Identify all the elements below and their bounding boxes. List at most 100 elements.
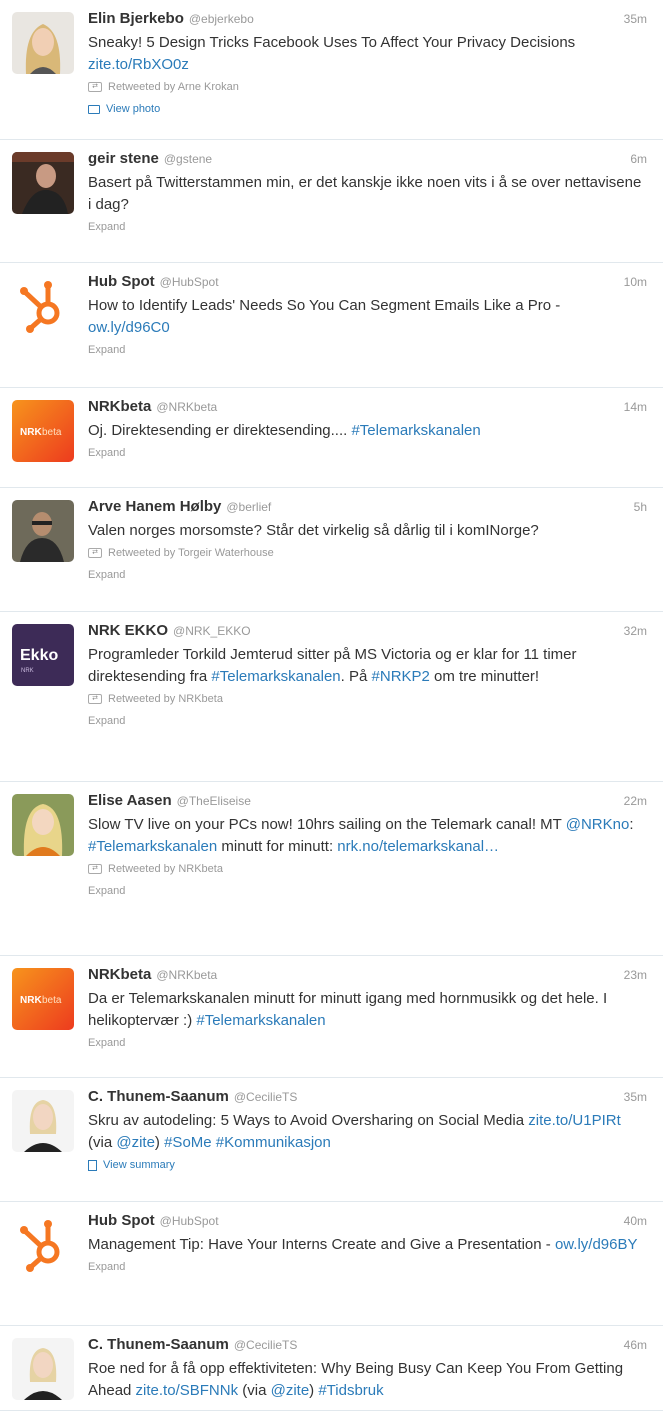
svg-text:NRK: NRK	[20, 427, 42, 438]
hashtag-link[interactable]: #Telemarkskanalen	[196, 1012, 325, 1029]
author-name[interactable]: NRK EKKO	[88, 622, 168, 639]
tweet-link[interactable]: @NRKno	[566, 816, 630, 833]
tweet-item[interactable]: geir stene @gstene 6m Basert på Twitterstam…	[0, 140, 663, 263]
tweet-item[interactable]: Elin Bjerkebo @ebjerkebo 35m Sneaky! 5 Desi…	[0, 0, 663, 140]
tweet-text-segment: Da er Telemarkskanalen minutt for minutt…	[88, 990, 608, 1029]
expand-link[interactable]: Expand	[88, 1256, 651, 1278]
author-name[interactable]: Elin Bjerkebo	[88, 10, 184, 27]
tweet-link[interactable]: ow.ly/d96BY	[555, 1236, 638, 1253]
tweet-text-segment: (via	[88, 1134, 117, 1151]
tweet-header: Hub Spot @HubSpot 10m	[88, 273, 651, 295]
author-handle[interactable]: @CecilieTS	[234, 1090, 298, 1104]
tweet-text: Sneaky! 5 Design Tricks Facebook Uses To…	[88, 32, 651, 76]
tweet-link[interactable]: zite.to/RbXO0z	[88, 56, 189, 73]
tweet-link[interactable]: nrk.no/telemarkskanal…	[337, 838, 499, 855]
author-handle[interactable]: @HubSpot	[160, 1214, 219, 1228]
tweet-timestamp[interactable]: 40m	[624, 1214, 647, 1228]
expand-link[interactable]: Expand	[88, 216, 651, 238]
tweet-timestamp[interactable]: 14m	[624, 400, 647, 414]
tweet-text-segment: :	[629, 816, 634, 833]
tweet-timestamp[interactable]: 35m	[624, 12, 647, 26]
expand-link[interactable]: Expand	[88, 564, 651, 586]
author-name[interactable]: NRKbeta	[88, 966, 151, 983]
hashtag-link[interactable]: #SoMe	[164, 1134, 212, 1151]
tweet-text-segment: om tre minutter!	[429, 668, 540, 685]
author-name[interactable]: Hub Spot	[88, 1212, 155, 1229]
tweet-link[interactable]: @zite	[271, 1382, 310, 1399]
avatar[interactable]	[12, 1338, 74, 1400]
view-summary-link[interactable]: View summary	[88, 1154, 651, 1176]
avatar[interactable]: NRK beta	[12, 400, 74, 462]
author-handle[interactable]: @TheEliseise	[177, 794, 251, 808]
tweet-timestamp[interactable]: 22m	[624, 794, 647, 808]
tweet-item[interactable]: C. Thunem-Saanum @CecilieTS 35m Skru av aut…	[0, 1078, 663, 1202]
hashtag-link[interactable]: #Kommunikasjon	[216, 1134, 331, 1151]
author-handle[interactable]: @NRKbeta	[156, 968, 217, 982]
author-handle[interactable]: @NRKbeta	[156, 400, 217, 414]
avatar[interactable]	[12, 794, 74, 856]
action-label: Expand	[88, 221, 126, 233]
expand-link[interactable]: Expand	[88, 442, 651, 464]
avatar[interactable]: Ekko NRK	[12, 624, 74, 686]
tweet-link[interactable]: ow.ly/d96C0	[88, 319, 170, 336]
tweet-timestamp[interactable]: 46m	[624, 1338, 647, 1352]
tweet-link[interactable]: @zite	[116, 1134, 155, 1151]
tweet-link[interactable]: zite.to/U1PIRt	[528, 1112, 621, 1129]
author-name[interactable]: NRKbeta	[88, 398, 151, 415]
tweet-text-segment: )	[309, 1382, 319, 1399]
svg-text:beta: beta	[42, 427, 62, 438]
view-photo-link[interactable]: View photo	[88, 98, 651, 120]
hashtag-link[interactable]: #Telemarkskanalen	[88, 838, 217, 855]
retweeted-by[interactable]: Retweeted by NRKbeta	[108, 688, 223, 710]
avatar[interactable]	[12, 1214, 74, 1276]
avatar[interactable]	[12, 500, 74, 562]
tweet-text: Skru av autodeling: 5 Ways to Avoid Over…	[88, 1110, 651, 1154]
retweeted-by[interactable]: Retweeted by NRKbeta	[108, 858, 223, 880]
tweet-timestamp[interactable]: 6m	[630, 152, 647, 166]
tweet-timestamp[interactable]: 35m	[624, 1090, 647, 1104]
hashtag-link[interactable]: #Tidsbruk	[318, 1382, 383, 1399]
hashtag-link[interactable]: #Telemarkskanalen	[351, 422, 480, 439]
author-handle[interactable]: @gstene	[164, 152, 212, 166]
tweet-text-segment: Slow TV live on your PCs now! 10hrs sail…	[88, 816, 566, 833]
author-handle[interactable]: @ebjerkebo	[189, 12, 254, 26]
author-name[interactable]: C. Thunem-Saanum	[88, 1088, 229, 1105]
tweet-timestamp[interactable]: 10m	[624, 275, 647, 289]
expand-link[interactable]: Expand	[88, 1032, 651, 1054]
tweet-item[interactable]: Ekko NRK NRK EKKO @NRK_EKKO 32m Programleder …	[0, 612, 663, 782]
tweet-item[interactable]: NRK beta NRKbeta @NRKbeta 14m Oj. Direktesend…	[0, 388, 663, 488]
author-name[interactable]: Elise Aasen	[88, 792, 172, 809]
expand-link[interactable]: Expand	[88, 339, 651, 361]
action-label: Expand	[88, 715, 126, 727]
expand-link[interactable]: Expand	[88, 710, 651, 732]
author-handle[interactable]: @berlief	[226, 500, 271, 514]
author-handle[interactable]: @HubSpot	[160, 275, 219, 289]
retweeted-by[interactable]: Retweeted by Arne Krokan	[108, 76, 239, 98]
avatar[interactable]	[12, 275, 74, 337]
hashtag-link[interactable]: #NRKP2	[372, 668, 430, 685]
tweet-timestamp[interactable]: 23m	[624, 968, 647, 982]
author-name[interactable]: geir stene	[88, 150, 159, 167]
author-name[interactable]: Hub Spot	[88, 273, 155, 290]
author-name[interactable]: Arve Hanem Hølby	[88, 498, 221, 515]
tweet-item[interactable]: Arve Hanem Hølby @berlief 5h Valen norges m…	[0, 488, 663, 612]
tweet-item[interactable]: C. Thunem-Saanum @CecilieTS 46m Roe ned for…	[0, 1326, 663, 1411]
avatar[interactable]	[12, 12, 74, 74]
retweeted-by[interactable]: Retweeted by Torgeir Waterhouse	[108, 542, 274, 564]
tweet-item[interactable]: NRK beta NRKbeta @NRKbeta 23m Da er Telemarks…	[0, 956, 663, 1078]
author-handle[interactable]: @CecilieTS	[234, 1338, 298, 1352]
avatar[interactable]	[12, 152, 74, 214]
expand-link[interactable]: Expand	[88, 880, 651, 902]
hashtag-link[interactable]: #Telemarkskanalen	[211, 668, 340, 685]
author-name[interactable]: C. Thunem-Saanum	[88, 1336, 229, 1353]
tweet-header: NRKbeta @NRKbeta 14m	[88, 398, 651, 420]
tweet-timestamp[interactable]: 5h	[634, 500, 647, 514]
tweet-item[interactable]: Hub Spot @HubSpot 10m How to Identify Leads…	[0, 263, 663, 388]
tweet-item[interactable]: Hub Spot @HubSpot 40m Management Tip: Have …	[0, 1202, 663, 1326]
tweet-timestamp[interactable]: 32m	[624, 624, 647, 638]
tweet-link[interactable]: zite.to/SBFNNk	[136, 1382, 239, 1399]
avatar[interactable]: NRK beta	[12, 968, 74, 1030]
tweet-item[interactable]: Elise Aasen @TheEliseise 22m Slow TV live o…	[0, 782, 663, 956]
author-handle[interactable]: @NRK_EKKO	[173, 624, 251, 638]
avatar[interactable]	[12, 1090, 74, 1152]
